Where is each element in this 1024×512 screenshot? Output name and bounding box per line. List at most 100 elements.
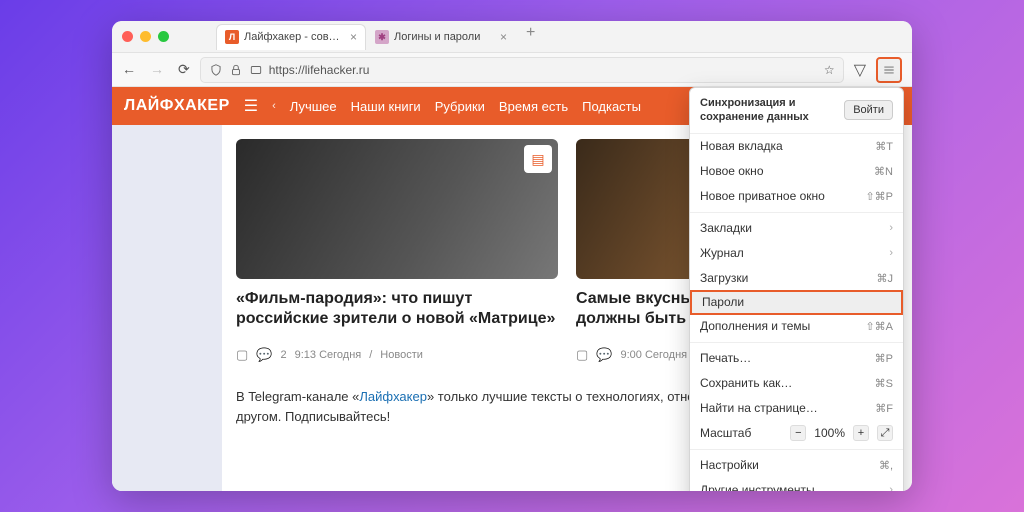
menu-item[interactable]: Пароли [690, 290, 903, 315]
menu-shortcut: ⌘P [875, 352, 893, 365]
menu-item[interactable]: Загрузки ⌘J [690, 266, 903, 291]
menu-separator [690, 449, 903, 450]
bookmark-icon[interactable]: ▢ [236, 347, 248, 363]
menu-item[interactable]: Найти на странице… ⌘F [690, 396, 903, 421]
app-menu: Синхронизация и сохранение данных Войти … [689, 87, 904, 491]
promo-link[interactable]: Лайфхакер [359, 389, 427, 404]
browser-window: Л Лайфхакер - советы и лайфха… × ✱ Логин… [112, 21, 912, 491]
menu-separator [690, 212, 903, 213]
fullscreen-button[interactable]: ⤢ [877, 425, 893, 441]
tab-title: Логины и пароли [394, 31, 495, 43]
menu-item-label: Новое окно [700, 164, 764, 178]
minimize-window-button[interactable] [140, 31, 151, 42]
menu-separator [690, 342, 903, 343]
menu-shortcut: ⌘, [879, 459, 893, 472]
site-logo[interactable]: ЛАЙФХАКЕР [124, 97, 230, 115]
zoom-in-button[interactable]: + [853, 425, 869, 441]
article-time: 9:00 Сегодня [620, 349, 687, 361]
zoom-level: 100% [814, 426, 845, 440]
site-sidebar [112, 125, 222, 491]
site-menu-icon[interactable]: ☰ [244, 96, 258, 116]
close-tab-icon[interactable]: × [500, 30, 507, 44]
bookmark-icon[interactable]: ▢ [576, 347, 588, 363]
comments-count: 2 [280, 349, 286, 361]
menu-item-label: Масштаб [700, 426, 751, 440]
menu-item-label: Новая вкладка [700, 139, 783, 153]
menu-shortcut: ⌘F [875, 402, 893, 415]
favicon: Л [225, 30, 239, 44]
url-text: https://lifehacker.ru [269, 63, 370, 77]
menu-item-label: Новое приватное окно [700, 189, 825, 203]
menu-item[interactable]: Новое приватное окно⇧⌘P [690, 184, 903, 209]
login-button[interactable]: Войти [844, 100, 893, 120]
menu-item[interactable]: Дополнения и темы⇧⌘A [690, 314, 903, 339]
menu-item-label: Найти на странице… [700, 401, 818, 415]
menu-item-label: Другие инструменты [700, 483, 815, 491]
maximize-window-button[interactable] [158, 31, 169, 42]
article-thumb: ▤ [236, 139, 558, 279]
menu-shortcut: ⌘T [875, 140, 893, 153]
menu-shortcut: ⌘N [874, 165, 893, 178]
titlebar: Л Лайфхакер - советы и лайфха… × ✱ Логин… [112, 21, 912, 53]
chevron-right-icon: › [889, 222, 893, 234]
menu-shortcut: ⌘S [875, 377, 893, 390]
article-title: «Фильм-пародия»: что пишут российские зр… [236, 289, 558, 329]
chevron-left-icon[interactable]: ‹ [272, 100, 276, 112]
menu-item[interactable]: Другие инструменты › [690, 478, 903, 491]
pocket-icon[interactable]: ▽ [854, 60, 866, 80]
news-badge-icon: ▤ [524, 145, 552, 173]
forward-button[interactable]: → [150, 61, 164, 78]
article-time: 9:13 Сегодня [295, 349, 362, 361]
menu-item[interactable]: Закладки › [690, 216, 903, 241]
back-button[interactable]: ← [122, 61, 136, 78]
close-window-button[interactable] [122, 31, 133, 42]
traffic-lights [122, 31, 169, 42]
sync-header: Синхронизация и сохранение данных [700, 96, 844, 125]
comments-icon[interactable]: 💬 [256, 347, 272, 363]
zoom-out-button[interactable]: − [790, 425, 806, 441]
menu-item[interactable]: Журнал› [690, 241, 903, 266]
menu-item-label: Настройки [700, 458, 759, 472]
permissions-icon [249, 63, 263, 77]
menu-item[interactable]: Масштаб −100% + ⤢ [690, 421, 903, 446]
tab-strip: Л Лайфхакер - советы и лайфха… × ✱ Логин… [216, 24, 545, 50]
browser-tab-active[interactable]: Л Лайфхакер - советы и лайфха… × [216, 24, 366, 50]
shield-icon [209, 63, 223, 77]
menu-item-label: Загрузки [700, 271, 748, 285]
article-category[interactable]: Новости [380, 349, 423, 361]
menu-item-label: Печать… [700, 351, 751, 365]
article-meta: ▢ 💬 2 9:13 Сегодня / Новости [236, 347, 558, 363]
nav-link[interactable]: Лучшее [290, 99, 337, 114]
lock-icon [229, 63, 243, 77]
app-menu-button[interactable] [876, 57, 902, 83]
zoom-controls: −100% + ⤢ [790, 425, 893, 441]
close-tab-icon[interactable]: × [350, 30, 357, 44]
browser-tab[interactable]: ✱ Логины и пароли × [366, 24, 516, 50]
menu-item[interactable]: Настройки ⌘, [690, 453, 903, 478]
bookmark-star-icon[interactable]: ☆ [824, 63, 835, 77]
toolbar: ← → ⟳ https://lifehacker.ru ☆ ▽ [112, 53, 912, 87]
menu-item-label: Пароли [702, 295, 744, 309]
menu-item[interactable]: Новое окно ⌘N [690, 159, 903, 184]
new-tab-button[interactable]: + [516, 24, 545, 50]
app-menu-header: Синхронизация и сохранение данных Войти [690, 88, 903, 134]
menu-shortcut: ⌘J [877, 272, 894, 285]
menu-item-label: Закладки [700, 221, 752, 235]
nav-link[interactable]: Время есть [499, 99, 568, 114]
hamburger-icon [882, 63, 896, 77]
nav-link[interactable]: Наши книги [351, 99, 421, 114]
url-bar[interactable]: https://lifehacker.ru ☆ [200, 57, 844, 83]
menu-item-label: Сохранить как… [700, 376, 792, 390]
menu-item[interactable]: Печать… ⌘P [690, 346, 903, 371]
menu-item[interactable]: Сохранить как… ⌘S [690, 371, 903, 396]
chevron-right-icon: › [889, 484, 893, 491]
nav-link[interactable]: Рубрики [435, 99, 485, 114]
article-card[interactable]: ▤ «Фильм-пародия»: что пишут российские … [236, 139, 558, 363]
chevron-right-icon: › [889, 247, 893, 259]
menu-shortcut: ⇧⌘A [865, 320, 893, 333]
reload-button[interactable]: ⟳ [178, 61, 190, 78]
nav-link[interactable]: Подкасты [582, 99, 641, 114]
menu-item[interactable]: Новая вкладка ⌘T [690, 134, 903, 159]
tab-title: Лайфхакер - советы и лайфха… [244, 31, 345, 43]
comments-icon[interactable]: 💬 [596, 347, 612, 363]
